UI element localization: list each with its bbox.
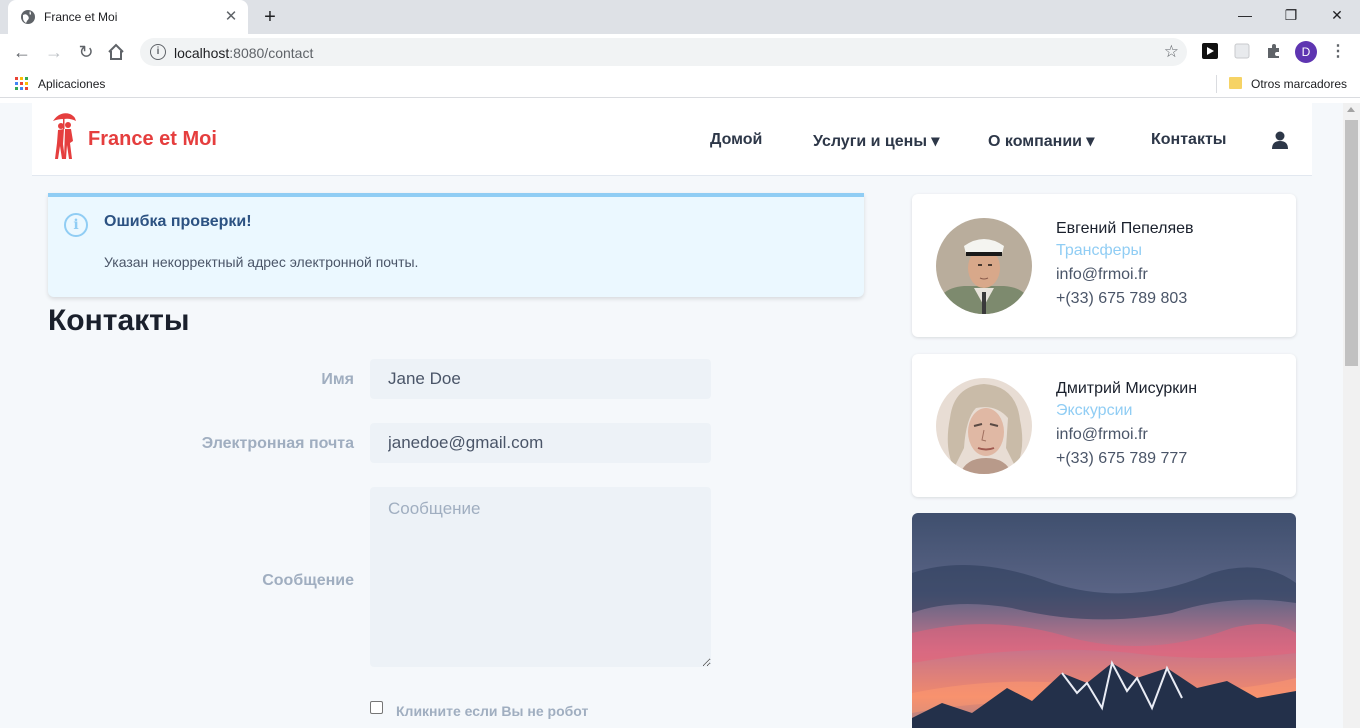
browser-tab-strip: France et Moi ✕ + — ❐ ✕ [0, 0, 1360, 34]
mountain-sunset-image [912, 513, 1296, 728]
validation-alert: i Ошибка проверки! Указан некорректный а… [48, 193, 864, 297]
reload-icon[interactable]: ↻ [74, 40, 98, 64]
tab-title: France et Moi [44, 10, 118, 24]
bookmark-other[interactable]: Otros marcadores [1251, 77, 1347, 91]
globe-icon [21, 10, 35, 24]
nav-about[interactable]: О компании ▾ [988, 131, 1094, 151]
page-viewport: France et Moi Домой Услуги и цены ▾ О ко… [0, 103, 1343, 728]
alert-title: Ошибка проверки! [104, 213, 252, 230]
close-window-button[interactable]: ✕ [1314, 0, 1360, 30]
browser-tab[interactable]: France et Moi ✕ [8, 0, 248, 34]
extension-grey-icon[interactable] [1233, 42, 1251, 60]
home-icon[interactable] [106, 42, 126, 62]
not-robot-label[interactable]: Кликните если Вы не робот [396, 703, 588, 719]
name-field[interactable] [370, 359, 711, 399]
contact-role-link[interactable]: Экскурсии [1056, 402, 1132, 420]
minimize-window-button[interactable]: — [1222, 0, 1268, 30]
contact-email: info@frmoi.fr [1056, 426, 1148, 443]
logo-text[interactable]: France et Moi [88, 128, 217, 151]
scroll-up-arrow-icon[interactable] [1347, 107, 1355, 112]
address-bar[interactable]: i localhost:8080/contact ☆ [140, 38, 1187, 66]
email-label: Электронная почта [201, 435, 354, 452]
message-label: Сообщение [262, 572, 354, 589]
contact-role-link[interactable]: Трансферы [1056, 242, 1142, 260]
url-text: localhost:8080/contact [174, 45, 314, 61]
email-field[interactable] [370, 423, 711, 463]
avatar [936, 218, 1032, 314]
nav-home[interactable]: Домой [710, 131, 762, 149]
scroll-thumb[interactable] [1345, 120, 1358, 366]
message-field[interactable] [370, 487, 711, 667]
tab-close-icon[interactable]: ✕ [222, 8, 240, 26]
apps-grid-icon[interactable] [15, 77, 28, 90]
extension-play-icon[interactable] [1201, 42, 1219, 60]
page-title: Контакты [48, 304, 190, 337]
new-tab-button[interactable]: + [259, 6, 281, 28]
contact-card: Дмитрий Мисуркин Экскурсии info@frmoi.fr… [912, 354, 1296, 497]
folder-icon [1229, 77, 1242, 89]
contact-email: info@frmoi.fr [1056, 266, 1148, 283]
contact-card: Евгений Пепеляев Трансферы info@frmoi.fr… [912, 194, 1296, 337]
nav-services[interactable]: Услуги и цены ▾ [813, 131, 939, 151]
back-arrow-icon[interactable]: ← [10, 40, 34, 64]
browser-toolbar: ← → ↻ i localhost:8080/contact ☆ D ⋮ [0, 34, 1360, 70]
bookmarks-divider [1216, 75, 1217, 93]
bookmark-star-icon[interactable]: ☆ [1164, 42, 1179, 62]
alert-message: Указан некорректный адрес электронной по… [104, 254, 419, 270]
restore-window-button[interactable]: ❐ [1268, 0, 1314, 30]
forward-arrow-icon[interactable]: → [42, 40, 66, 64]
nav-contacts[interactable]: Контакты [1151, 131, 1226, 149]
bookmarks-bar: Aplicaciones Otros marcadores [0, 70, 1360, 98]
extensions-puzzle-icon[interactable] [1265, 42, 1283, 60]
contact-name: Евгений Пепеляев [1056, 220, 1194, 237]
site-info-icon[interactable]: i [150, 44, 166, 60]
page-scrollbar[interactable] [1343, 103, 1360, 728]
contact-phone: +(33) 675 789 803 [1056, 290, 1188, 307]
contact-name: Дмитрий Мисуркин [1056, 380, 1198, 397]
profile-avatar[interactable]: D [1295, 41, 1317, 63]
browser-menu-icon[interactable]: ⋮ [1330, 41, 1346, 63]
avatar [936, 378, 1032, 474]
bookmark-apps[interactable]: Aplicaciones [38, 77, 105, 91]
contact-phone: +(33) 675 789 777 [1056, 450, 1188, 467]
not-robot-checkbox[interactable] [370, 701, 383, 714]
name-label: Имя [321, 371, 354, 388]
user-account-icon[interactable] [1272, 131, 1288, 149]
site-header: France et Moi Домой Услуги и цены ▾ О ко… [32, 103, 1312, 176]
couple-umbrella-logo-icon[interactable] [50, 111, 80, 161]
info-icon: i [64, 213, 88, 237]
